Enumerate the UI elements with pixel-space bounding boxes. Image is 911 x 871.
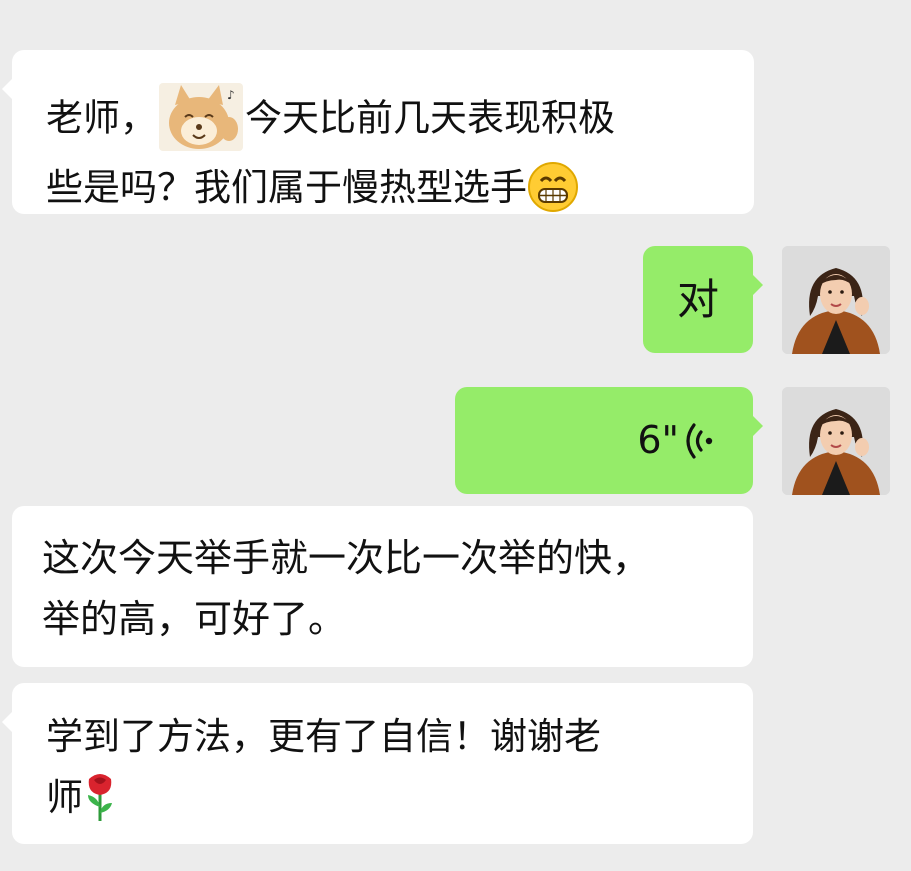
bubble-tail bbox=[2, 711, 13, 733]
bubble-tail bbox=[2, 78, 13, 100]
bubble-tail bbox=[752, 415, 763, 437]
message-line: 学到了方法，更有了自信！谢谢老 bbox=[46, 715, 601, 758]
incoming-message-bubble[interactable]: 学到了方法，更有了自信！谢谢老 师 bbox=[2, 683, 753, 844]
message-text: 师 bbox=[46, 776, 83, 819]
message-line: 师 bbox=[46, 767, 753, 829]
message-line: 些是吗？我们属于慢热型选手 bbox=[46, 157, 754, 219]
message-text: 老师， bbox=[46, 96, 157, 140]
voice-duration: 6" bbox=[637, 418, 679, 462]
teacher-avatar-icon bbox=[782, 387, 890, 495]
message-text: 今天比前几天表现积极 bbox=[245, 96, 615, 140]
message-line: 举的高，可好了。 bbox=[42, 597, 347, 641]
message-line: 这次今天举手就一次比一次举的快， bbox=[42, 536, 651, 580]
incoming-message-bubble[interactable]: 老师， ♪ 今天比前几天表现积极 些是吗？我们属于慢热型选手 bbox=[2, 50, 754, 214]
message-text: 对 bbox=[676, 275, 719, 324]
avatar[interactable] bbox=[782, 246, 890, 354]
message-text: 些是吗？我们属于慢热型选手 bbox=[46, 166, 527, 209]
incoming-message-bubble[interactable]: 这次今天举手就一次比一次举的快， 举的高，可好了。 bbox=[12, 506, 753, 667]
teacher-avatar-icon bbox=[782, 246, 890, 354]
rose-emoji-icon bbox=[88, 773, 112, 821]
voice-wave-icon bbox=[686, 423, 713, 459]
outgoing-message-bubble[interactable]: 对 bbox=[643, 246, 763, 353]
grinning-face-emoji-icon bbox=[528, 161, 578, 212]
svg-text:♪: ♪ bbox=[227, 88, 235, 102]
shiba-dog-sticker-icon: ♪ bbox=[159, 83, 243, 151]
bubble-tail bbox=[752, 274, 763, 296]
voice-message-bubble[interactable]: 6" bbox=[455, 387, 763, 494]
message-line: 老师， ♪ 今天比前几天表现积极 bbox=[46, 83, 754, 157]
avatar[interactable] bbox=[782, 387, 890, 495]
